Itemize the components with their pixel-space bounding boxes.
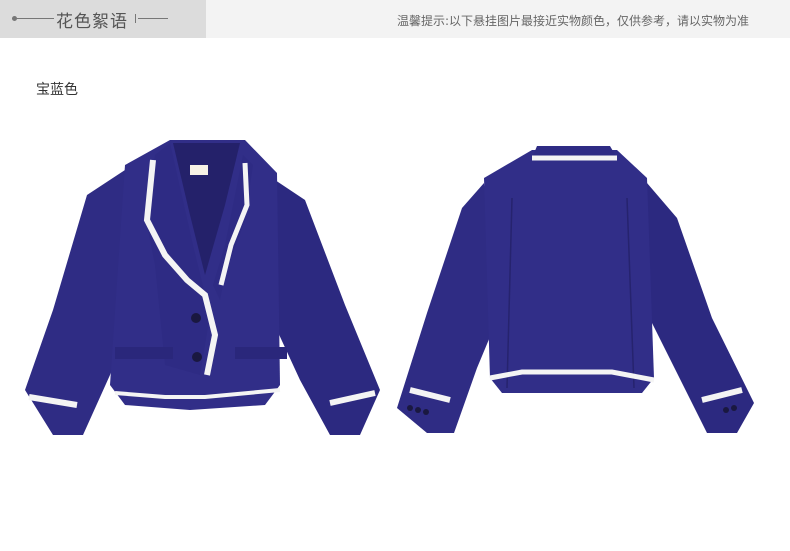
jacket-front-image <box>25 140 380 435</box>
decorative-line-left <box>12 16 54 21</box>
color-name-label: 宝蓝色 <box>36 82 78 98</box>
section-title-block: 花色絮语 <box>0 0 206 38</box>
decorative-line-right <box>135 14 168 23</box>
section-title: 花色絮语 <box>56 12 128 32</box>
section-header: 花色絮语 温馨提示:以下悬挂图片最接近实物颜色，仅供参考，请以实物为准 <box>0 0 790 38</box>
color-notice: 温馨提示:以下悬挂图片最接近实物颜色，仅供参考，请以实物为准 <box>396 14 749 28</box>
jacket-back-image <box>397 146 754 433</box>
